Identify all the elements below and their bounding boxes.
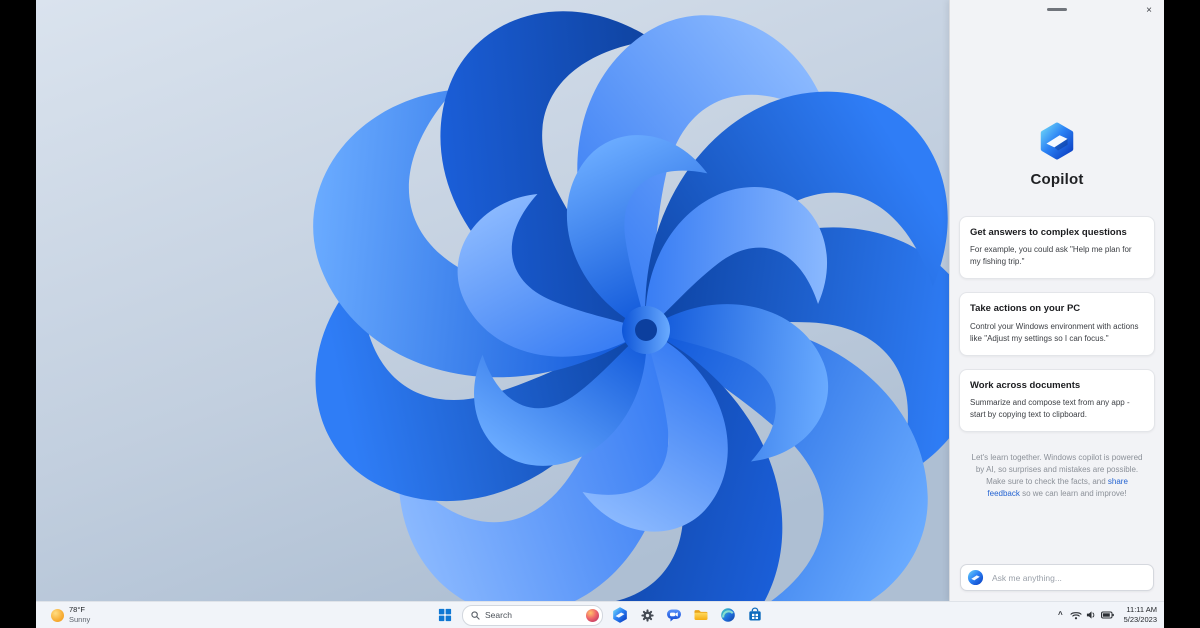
edge-taskbar-button[interactable] [718, 605, 738, 625]
weather-text: 78°F Sunny [69, 605, 90, 625]
date-label: 5/23/2023 [1123, 615, 1157, 624]
copilot-logo-icon [1040, 122, 1074, 160]
search-label: Search [485, 610, 512, 620]
time-label: 11:11 AM [1126, 605, 1157, 615]
close-icon: × [1146, 4, 1152, 16]
windows-desktop-screen: × Copilot Get answers to complex questio… [36, 0, 1164, 628]
weather-condition: Sunny [69, 615, 91, 624]
chat-taskbar-button[interactable] [664, 605, 684, 625]
weather-temperature: 78°F [69, 605, 85, 615]
card-work-across-documents: Work across documents Summarize and comp… [959, 368, 1155, 433]
settings-taskbar-button[interactable] [637, 605, 657, 625]
volume-icon [1086, 611, 1094, 619]
search-highlight-icon [586, 608, 599, 622]
card-title: Take actions on your PC [970, 303, 1081, 315]
search-box[interactable]: Search [462, 604, 603, 626]
store-taskbar-button[interactable] [745, 605, 765, 625]
windows-logo-icon [438, 608, 452, 622]
settings-gear-icon [640, 608, 654, 622]
battery-icon [1100, 611, 1114, 619]
desktop[interactable] [36, 0, 950, 602]
weather-widget[interactable]: 78°F Sunny [44, 602, 97, 628]
tray-status-button[interactable] [1070, 602, 1114, 628]
close-button[interactable]: × [1141, 2, 1157, 18]
copilot-taskbar-button[interactable] [610, 605, 630, 625]
file-explorer-taskbar-button[interactable] [691, 605, 711, 625]
sun-icon [51, 608, 64, 622]
ask-anything-bar[interactable] [960, 564, 1154, 591]
system-tray: ^ 11:11 AM 5/23/2023 [1058, 602, 1157, 628]
card-body: Summarize and compose text from any app … [970, 398, 1130, 420]
tray-overflow-chevron-icon[interactable]: ^ [1058, 610, 1063, 619]
card-title: Get answers to complex questions [970, 227, 1127, 238]
card-body: Control your Windows environment with ac… [970, 321, 1139, 343]
taskbar-center: Search [435, 602, 765, 628]
microsoft-store-icon [749, 607, 761, 621]
disclaimer-text: so we can learn and improve! [1019, 489, 1127, 499]
search-icon [471, 610, 480, 620]
card-take-actions: Take actions on your PC Control your Win… [959, 292, 1155, 356]
page-title: Copilot [1030, 171, 1084, 188]
ai-disclaimer: Let's learn together. Windows copilot is… [970, 452, 1144, 500]
edge-browser-icon [721, 608, 735, 622]
card-body: For example, you could ask "Help me plan… [970, 245, 1132, 267]
card-title: Work across documents [970, 379, 1081, 391]
copilot-panel: × Copilot Get answers to complex questio… [949, 0, 1164, 602]
copilot-icon [613, 607, 627, 623]
wifi-icon [1070, 611, 1082, 619]
bloom-wallpaper [36, 0, 950, 602]
ask-me-anything-input[interactable] [990, 571, 1147, 584]
taskbar: 78°F Sunny Search ^ 11:11 AM 5/23/2023 [36, 601, 1164, 628]
panel-drag-handle-icon[interactable] [1047, 8, 1067, 11]
folder-icon [694, 610, 708, 620]
card-complex-questions: Get answers to complex questions For exa… [959, 216, 1155, 280]
chat-icon [667, 609, 681, 622]
copilot-badge-icon [967, 569, 984, 586]
start-button[interactable] [435, 605, 455, 625]
screenshot-root: × Copilot Get answers to complex questio… [0, 0, 1200, 628]
clock[interactable]: 11:11 AM 5/23/2023 [1121, 605, 1157, 625]
suggestion-cards: Get answers to complex questions For exa… [959, 216, 1155, 433]
